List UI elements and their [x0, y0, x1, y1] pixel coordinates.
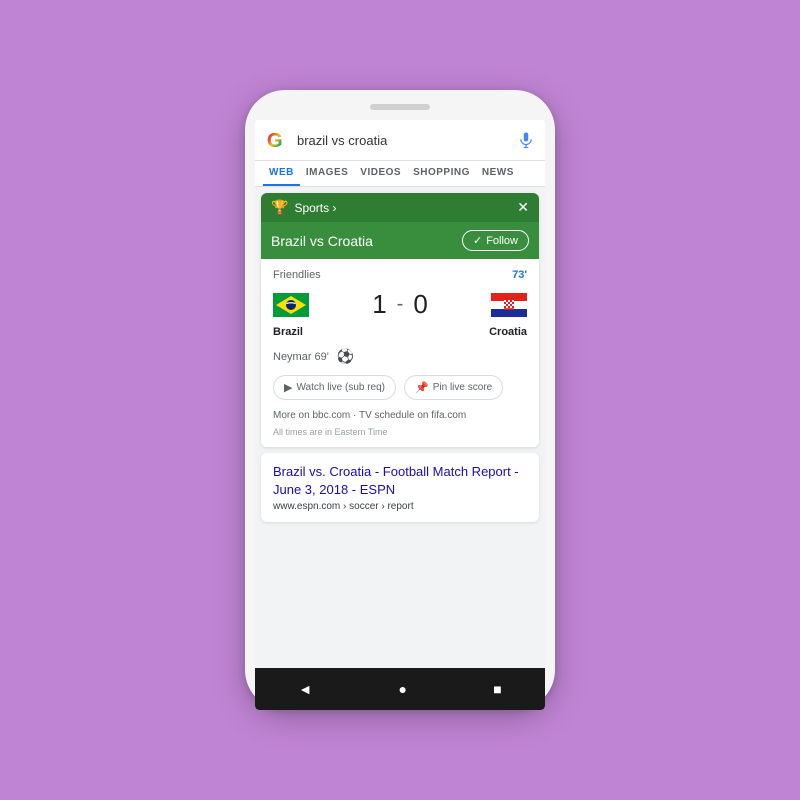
- sports-header-left: 🏆 Sports ›: [271, 199, 336, 216]
- croatia-flag: [491, 293, 527, 317]
- more-links-text: More on bbc.com · TV schedule on fifa.co…: [273, 410, 466, 421]
- team-names-row: Brazil Croatia: [273, 326, 527, 338]
- search-input[interactable]: brazil vs croatia: [297, 133, 517, 148]
- scorer-row: Neymar 69' ⚽: [273, 348, 527, 365]
- bottom-nav: ◄ ● ■: [255, 668, 545, 710]
- team-away-name: Croatia: [489, 326, 527, 338]
- pin-score-button[interactable]: 📌 Pin live score: [404, 375, 503, 400]
- phone-screen: G G brazil vs croatia: [255, 120, 545, 710]
- watch-live-label: Watch live (sub req): [296, 382, 385, 393]
- phone-speaker: [370, 104, 430, 110]
- mic-icon[interactable]: [517, 131, 535, 149]
- tab-shopping[interactable]: SHOPPING: [407, 161, 476, 186]
- action-buttons: ▶ Watch live (sub req) 📌 Pin live score: [273, 375, 527, 400]
- pin-icon: 📌: [415, 381, 429, 394]
- sports-card-header: 🏆 Sports › ✕: [261, 193, 539, 222]
- play-icon: ▶: [284, 381, 292, 394]
- sports-subheader: Brazil vs Croatia ✓ Follow: [261, 222, 539, 259]
- recents-button[interactable]: ■: [493, 681, 501, 697]
- google-logo: G G: [265, 128, 289, 152]
- trophy-icon: 🏆: [271, 199, 288, 216]
- back-button[interactable]: ◄: [298, 681, 312, 697]
- league-row: Friendlies 73': [273, 269, 527, 281]
- tab-web[interactable]: WEB: [263, 161, 300, 186]
- home-button[interactable]: ●: [398, 681, 406, 697]
- search-bar: G G brazil vs croatia: [255, 120, 545, 161]
- follow-check-icon: ✓: [473, 234, 482, 247]
- scorer-text: Neymar 69': [273, 351, 329, 363]
- search-result[interactable]: Brazil vs. Croatia - Football Match Repo…: [261, 453, 539, 522]
- watch-live-button[interactable]: ▶ Watch live (sub req): [273, 375, 396, 400]
- score-home: 1: [372, 289, 386, 320]
- svg-text:G: G: [267, 130, 283, 152]
- league-name: Friendlies: [273, 269, 321, 281]
- brazil-flag: [273, 293, 309, 317]
- close-icon[interactable]: ✕: [517, 199, 529, 216]
- score-row: 1 - 0: [273, 289, 527, 320]
- content-area: 🏆 Sports › ✕ Brazil vs Croatia ✓ Follow: [255, 187, 545, 668]
- team-home-name: Brazil: [273, 326, 303, 338]
- match-title: Brazil vs Croatia: [271, 233, 373, 249]
- timezone-note: All times are in Eastern Time: [273, 427, 527, 437]
- tab-videos[interactable]: VIDEOS: [354, 161, 407, 186]
- soccer-ball-icon: ⚽: [337, 348, 354, 365]
- more-links: More on bbc.com · TV schedule on fifa.co…: [273, 410, 527, 421]
- follow-label: Follow: [486, 235, 518, 247]
- pin-label: Pin live score: [433, 382, 492, 393]
- follow-button[interactable]: ✓ Follow: [462, 230, 529, 251]
- score-dash: -: [397, 293, 404, 316]
- sports-label[interactable]: Sports ›: [294, 201, 336, 215]
- tab-news[interactable]: NEWS: [476, 161, 520, 186]
- nav-tabs: WEB IMAGES VIDEOS SHOPPING NEWS: [255, 161, 545, 187]
- score-away: 0: [413, 289, 427, 320]
- result-title[interactable]: Brazil vs. Croatia - Football Match Repo…: [273, 463, 527, 499]
- phone-frame: G G brazil vs croatia: [245, 90, 555, 710]
- result-url: www.espn.com › soccer › report: [273, 501, 527, 512]
- match-time: 73': [512, 269, 527, 281]
- tab-images[interactable]: IMAGES: [300, 161, 354, 186]
- score-center: 1 - 0: [309, 289, 491, 320]
- match-body: Friendlies 73' 1 -: [261, 259, 539, 447]
- sports-card: 🏆 Sports › ✕ Brazil vs Croatia ✓ Follow: [261, 193, 539, 447]
